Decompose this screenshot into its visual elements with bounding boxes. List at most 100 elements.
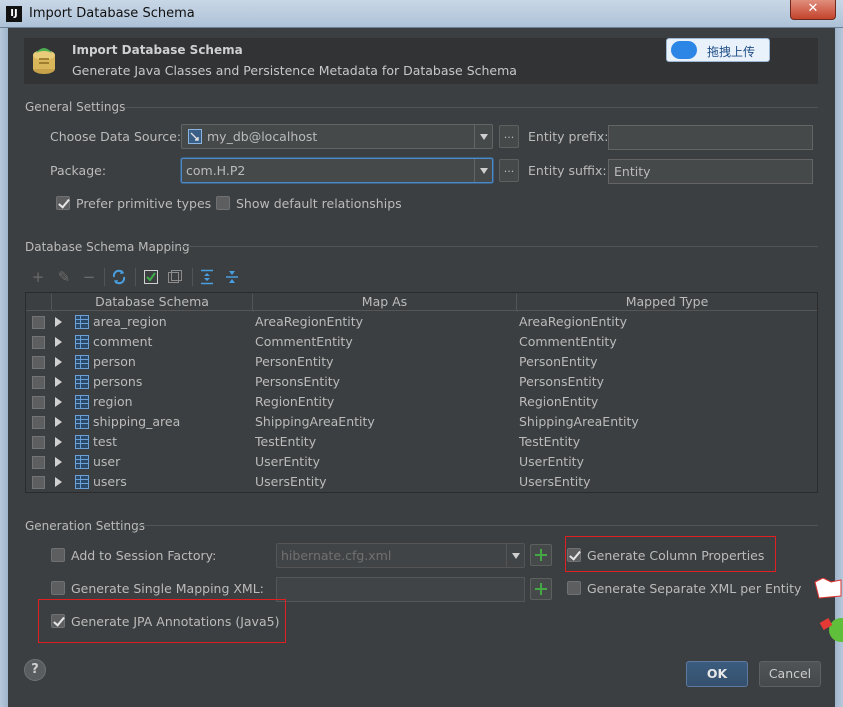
dialog-body: Import Database Schema Generate Java Cla…: [8, 28, 835, 707]
show-default-relationships-label[interactable]: Show default relationships: [236, 196, 402, 211]
single-mapping-xml-checkbox[interactable]: [51, 581, 65, 595]
expand-arrow-icon[interactable]: [55, 417, 62, 427]
header-title: Import Database Schema: [72, 43, 243, 57]
add-session-factory-label[interactable]: Add to Session Factory:: [71, 548, 216, 563]
select-all-icon[interactable]: [143, 269, 159, 285]
table-icon: [75, 315, 89, 329]
row-checkbox[interactable]: [32, 336, 45, 349]
window-close-button[interactable]: ✕: [790, 0, 836, 20]
table-row[interactable]: area_region AreaRegionEntity AreaRegionE…: [26, 312, 817, 332]
expand-arrow-icon[interactable]: [55, 377, 62, 387]
expand-arrow-icon[interactable]: [55, 437, 62, 447]
map-as-value[interactable]: PersonsEntity: [255, 374, 340, 389]
table-icon: [75, 355, 89, 369]
map-as-value[interactable]: TestEntity: [255, 434, 316, 449]
expand-arrow-icon[interactable]: [55, 397, 62, 407]
package-value: com.H.P2: [186, 163, 246, 178]
entity-suffix-label: Entity suffix:: [528, 163, 607, 178]
unselect-all-icon[interactable]: [167, 269, 183, 285]
upload-label: 拖拽上传: [707, 45, 756, 59]
table-icon: [75, 455, 89, 469]
prefer-primitive-checkbox[interactable]: [56, 196, 70, 210]
map-as-value[interactable]: CommentEntity: [255, 334, 353, 349]
table-row[interactable]: shipping_area ShippingAreaEntity Shippin…: [26, 412, 817, 432]
help-button[interactable]: ?: [24, 659, 46, 681]
table-row[interactable]: persons PersonsEntity PersonsEntity: [26, 372, 817, 392]
map-as-value[interactable]: AreaRegionEntity: [255, 314, 363, 329]
expand-arrow-icon[interactable]: [55, 337, 62, 347]
separate-xml-checkbox[interactable]: [567, 581, 581, 595]
map-as-value[interactable]: UserEntity: [255, 454, 320, 469]
mapped-type-value: UsersEntity: [519, 474, 591, 489]
expand-arrow-icon[interactable]: [55, 317, 62, 327]
mapped-type-value: RegionEntity: [519, 394, 599, 409]
collapse-all-icon[interactable]: [224, 269, 240, 285]
expand-arrow-icon[interactable]: [55, 357, 62, 367]
chevron-down-icon[interactable]: [474, 125, 492, 148]
map-as-value[interactable]: RegionEntity: [255, 394, 334, 409]
row-checkbox[interactable]: [32, 396, 45, 409]
row-checkbox[interactable]: [32, 316, 45, 329]
schema-name: area_region: [93, 314, 167, 329]
add-icon[interactable]: +: [30, 269, 46, 285]
upload-overlay-button[interactable]: 拖拽上传: [666, 38, 770, 62]
map-as-value[interactable]: ShippingAreaEntity: [255, 414, 375, 429]
package-browse-button[interactable]: ...: [499, 159, 519, 182]
map-as-value[interactable]: PersonEntity: [255, 354, 334, 369]
entity-prefix-input[interactable]: [608, 125, 813, 150]
table-row[interactable]: region RegionEntity RegionEntity: [26, 392, 817, 412]
row-checkbox[interactable]: [32, 476, 45, 489]
add-session-factory-checkbox[interactable]: [51, 548, 65, 562]
intellij-app-icon: IJ: [6, 6, 22, 22]
row-checkbox[interactable]: [32, 416, 45, 429]
schema-name: person: [93, 354, 136, 369]
table-icon: [75, 435, 89, 449]
expand-arrow-icon[interactable]: [55, 477, 62, 487]
table-row[interactable]: comment CommentEntity CommentEntity: [26, 332, 817, 352]
table-row[interactable]: test TestEntity TestEntity: [26, 432, 817, 452]
expand-arrow-icon[interactable]: [55, 457, 62, 467]
chevron-down-icon: [506, 544, 524, 567]
single-mapping-xml-label[interactable]: Generate Single Mapping XML:: [71, 581, 264, 596]
row-checkbox[interactable]: [32, 456, 45, 469]
table-row[interactable]: user UserEntity UserEntity: [26, 452, 817, 472]
highlight-box: [38, 599, 286, 643]
column-header-schema[interactable]: Database Schema: [52, 294, 253, 310]
separate-xml-label[interactable]: Generate Separate XML per Entity: [587, 581, 801, 596]
table-row[interactable]: users UsersEntity UsersEntity: [26, 472, 817, 492]
table-icon: [75, 335, 89, 349]
remove-icon[interactable]: −: [81, 269, 97, 285]
session-factory-combobox: hibernate.cfg.xml: [276, 543, 525, 568]
prefer-primitive-label[interactable]: Prefer primitive types: [76, 196, 211, 211]
chevron-down-icon[interactable]: [474, 159, 492, 182]
single-mapping-xml-input: [276, 577, 525, 602]
package-combobox[interactable]: com.H.P2: [181, 158, 493, 183]
add-session-factory-button[interactable]: [530, 544, 552, 566]
table-icon: [75, 375, 89, 389]
data-source-combobox[interactable]: my_db@localhost: [181, 124, 493, 149]
mapped-type-value: CommentEntity: [519, 334, 617, 349]
column-header-select: [26, 294, 52, 310]
entity-prefix-label: Entity prefix:: [528, 129, 609, 144]
edit-icon[interactable]: ✎: [56, 269, 72, 285]
ok-button[interactable]: OK: [686, 661, 748, 687]
map-as-value[interactable]: UsersEntity: [255, 474, 327, 489]
schema-name: test: [93, 434, 118, 449]
row-checkbox[interactable]: [32, 436, 45, 449]
row-checkbox[interactable]: [32, 376, 45, 389]
refresh-icon[interactable]: [111, 269, 127, 285]
row-checkbox[interactable]: [32, 356, 45, 369]
column-header-map-as[interactable]: Map As: [253, 294, 517, 310]
table-header: Database Schema Map As Mapped Type: [26, 293, 817, 311]
expand-all-icon[interactable]: [199, 269, 215, 285]
column-header-mapped-type[interactable]: Mapped Type: [517, 294, 817, 310]
divider: [178, 246, 818, 247]
table-row[interactable]: person PersonEntity PersonEntity: [26, 352, 817, 372]
show-default-relationships-checkbox[interactable]: [216, 196, 230, 210]
cancel-button[interactable]: Cancel: [759, 661, 821, 687]
entity-suffix-input[interactable]: Entity: [608, 159, 813, 184]
table-icon: [75, 475, 89, 489]
data-source-browse-button[interactable]: ...: [499, 125, 519, 148]
add-mapping-xml-button[interactable]: [530, 578, 552, 600]
datasource-icon: [188, 129, 202, 144]
